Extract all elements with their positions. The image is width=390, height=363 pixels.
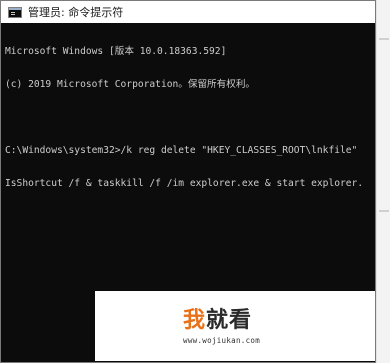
watermark-logo: 我就看 <box>183 309 252 333</box>
background-mark <box>379 38 389 40</box>
background-mark <box>379 210 389 212</box>
watermark-overlay: 我就看 www.wojiukan.com <box>95 291 375 361</box>
watermark-logo-accent: 我 <box>183 308 207 333</box>
console-line: Microsoft Windows [版本 10.0.18363.592] <box>5 46 227 57</box>
console-output[interactable]: Microsoft Windows [版本 10.0.18363.592] (c… <box>5 24 371 292</box>
background-window-edge <box>376 0 390 363</box>
title-bar[interactable]: 管理员: 命令提示符 <box>1 1 375 23</box>
console-line: C:\Windows\system32>/k reg delete "HKEY_… <box>5 145 371 156</box>
title-bar-drag-area[interactable] <box>123 1 375 23</box>
console-line: IsShortcut /f & taskkill /f /im explorer… <box>5 178 371 189</box>
command-prompt-icon[interactable] <box>8 6 22 18</box>
watermark-logo-text: 就看 <box>206 308 253 333</box>
window-title: 管理员: 命令提示符 <box>28 6 124 19</box>
watermark-url: www.wojiukan.com <box>183 336 261 345</box>
console-line: (c) 2019 Microsoft Corporation。保留所有权利。 <box>5 79 256 90</box>
